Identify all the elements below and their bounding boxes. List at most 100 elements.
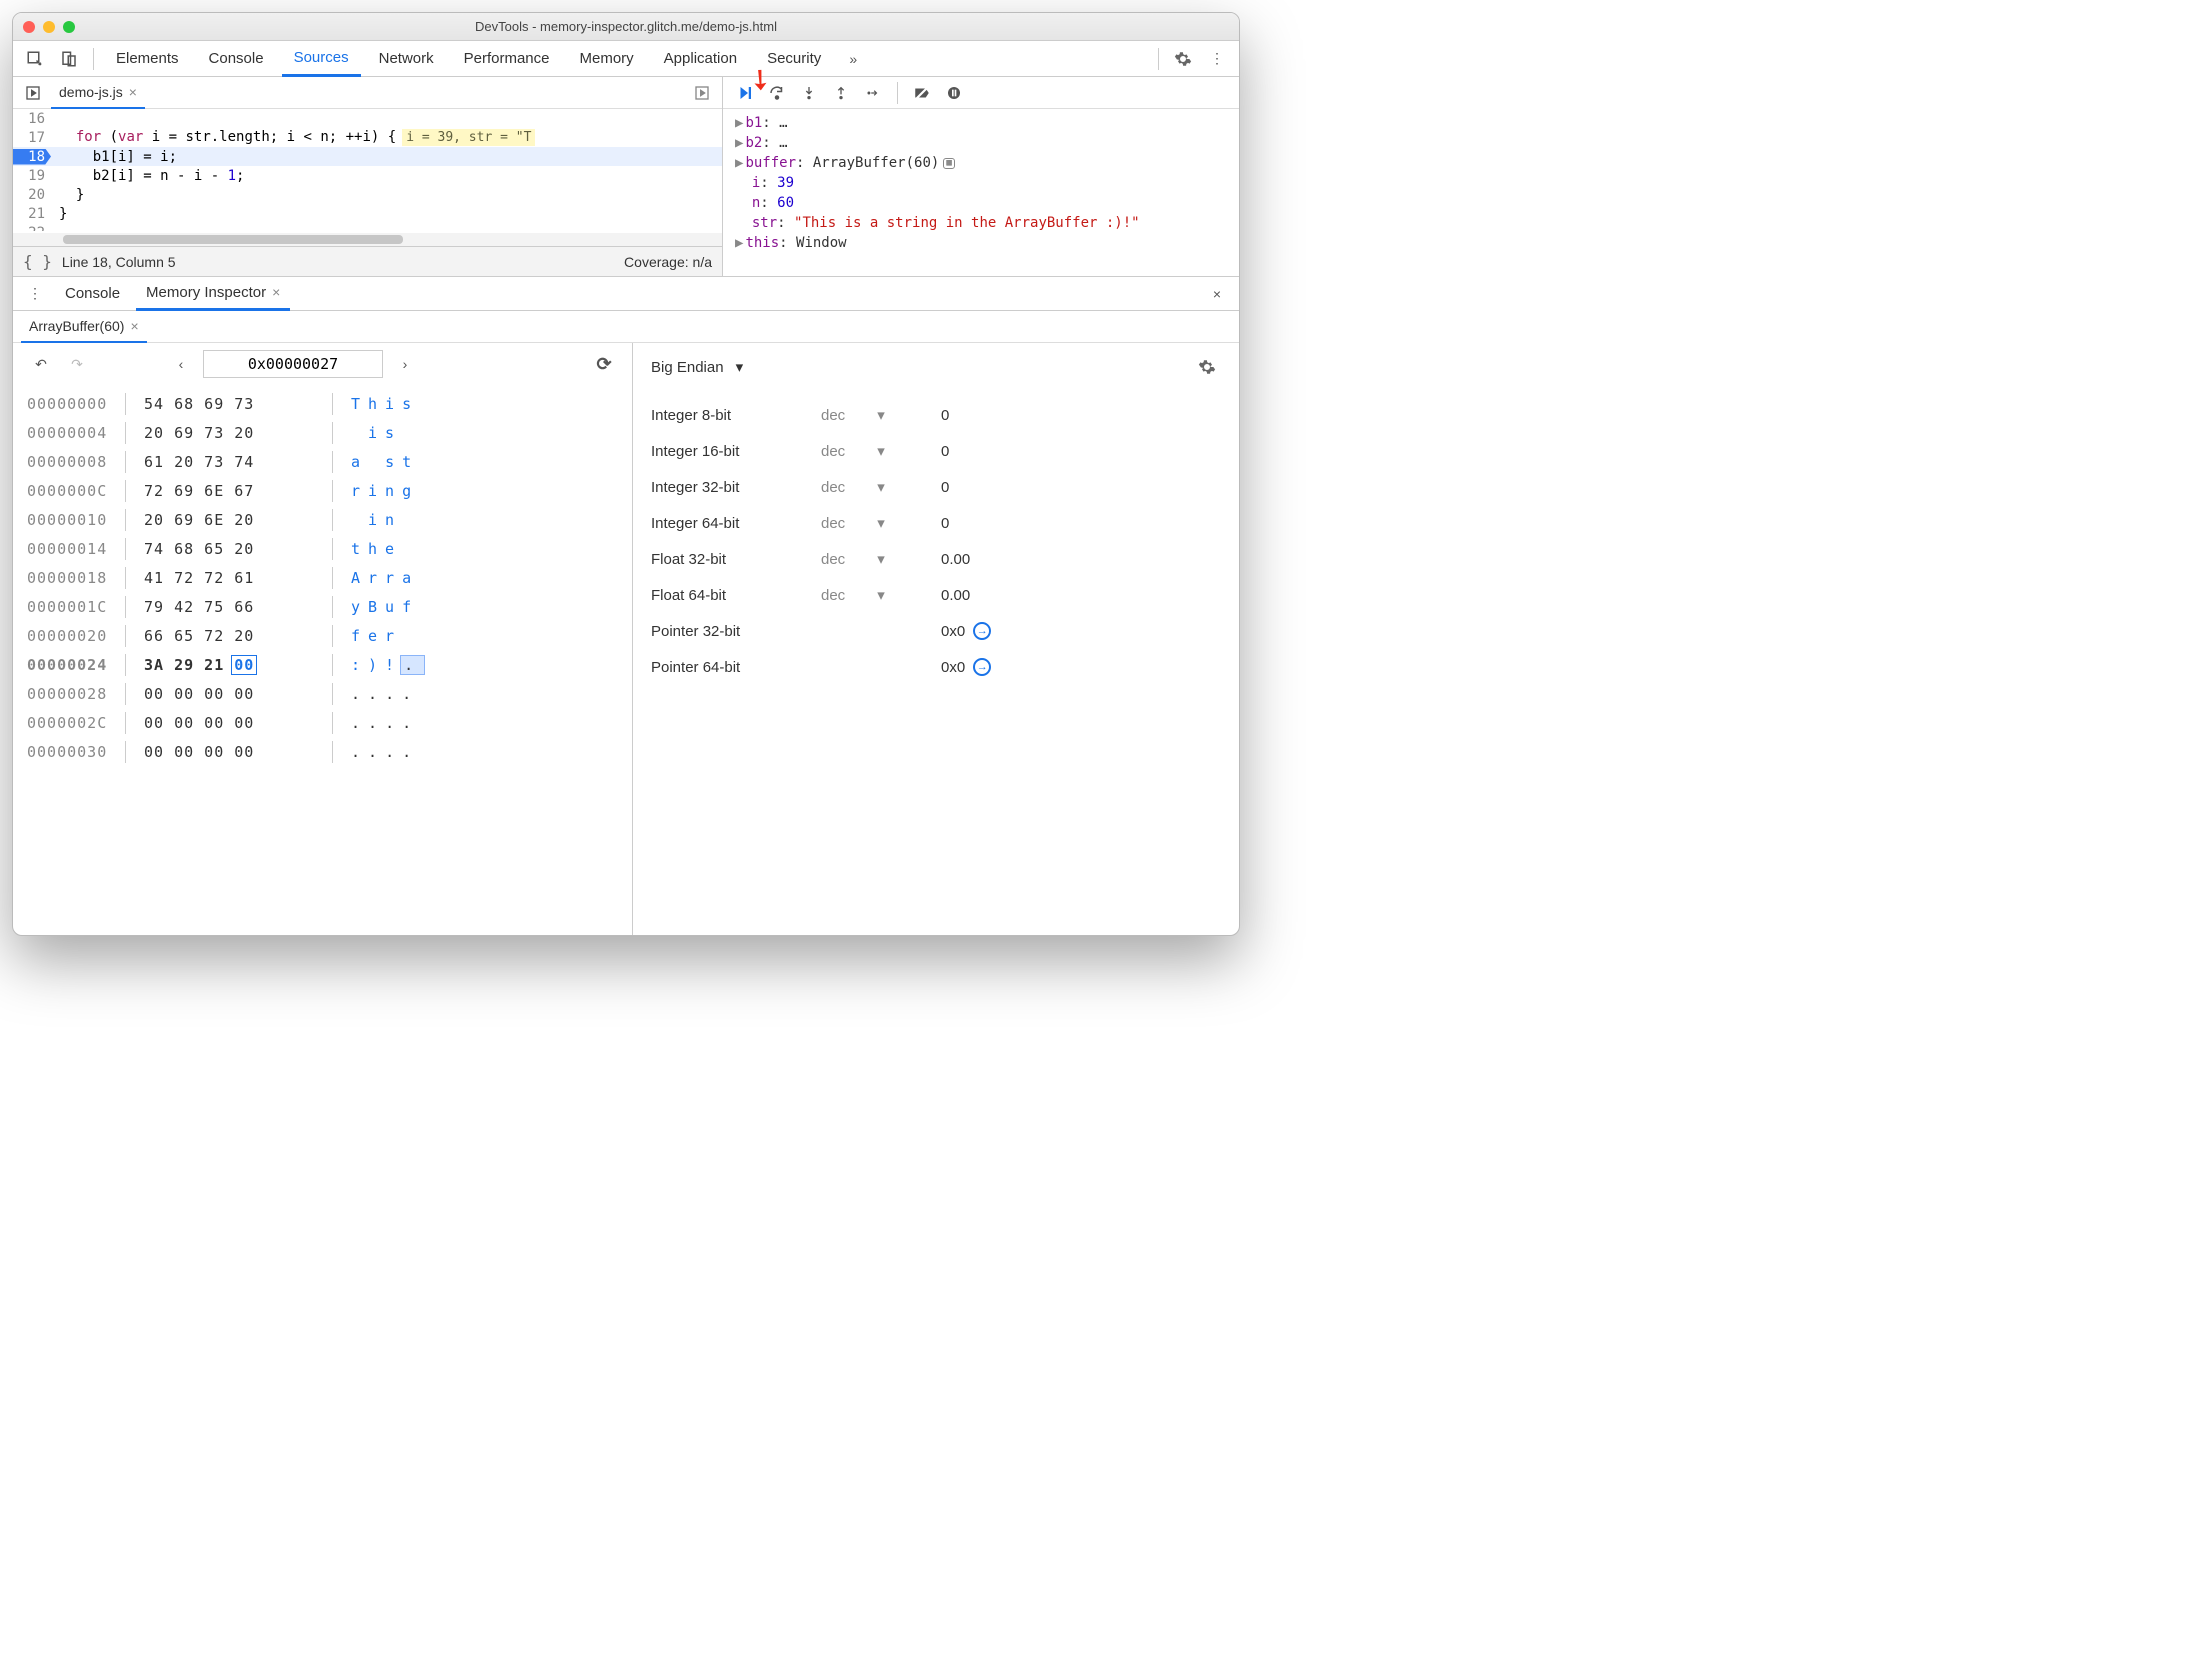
code-text: b1[i] = i; (51, 149, 177, 165)
close-icon[interactable]: × (272, 284, 280, 300)
scope-variable[interactable]: str: "This is a string in the ArrayBuffe… (723, 213, 1239, 233)
hex-row[interactable]: 0000000C72 69 6E 67ring (27, 476, 618, 505)
code-line[interactable]: 20 } (13, 185, 722, 204)
tab-console[interactable]: Console (197, 41, 276, 77)
hex-address: 00000004 (27, 424, 107, 442)
value-format[interactable]: dec▾ (821, 550, 921, 568)
code-editor[interactable]: 1617 for (var i = str.length; i < n; ++i… (13, 109, 722, 231)
hex-row[interactable]: 0000000420 69 73 20 is (27, 418, 618, 447)
inspect-icon[interactable] (21, 45, 49, 73)
hex-bytes: 66 65 72 20 (144, 627, 314, 645)
close-icon[interactable]: × (130, 318, 138, 334)
content: demo-js.js × 1617 for (var i = str.lengt… (13, 77, 1239, 935)
tab-network[interactable]: Network (367, 41, 446, 77)
scope-variable[interactable]: ▶buffer: ArrayBuffer(60)▦ (723, 153, 1239, 173)
drawer-tab-console[interactable]: Console (55, 277, 130, 311)
code-line[interactable]: 17 for (var i = str.length; i < n; ++i) … (13, 128, 722, 147)
prev-page-icon[interactable]: ‹ (167, 350, 195, 378)
reveal-memory-icon[interactable]: ▦ (943, 158, 954, 169)
code-line[interactable]: 21} (13, 204, 722, 223)
line-number[interactable]: 22 (13, 225, 51, 232)
device-icon[interactable] (55, 45, 83, 73)
settings-icon[interactable] (1169, 45, 1197, 73)
code-line[interactable]: 19 b2[i] = n - i - 1; (13, 166, 722, 185)
navigator-icon[interactable] (19, 79, 47, 107)
tab-application[interactable]: Application (652, 41, 749, 77)
hex-viewer[interactable]: 0000000054 68 69 73This0000000420 69 73 … (13, 385, 632, 770)
scope-variable[interactable]: n: 60 (723, 193, 1239, 213)
hex-row[interactable]: 000000243A 29 21 00:)!. (27, 650, 618, 679)
endianness-select[interactable]: Big Endian ▾ (651, 358, 743, 376)
tab-sources[interactable]: Sources (282, 41, 361, 77)
value-format[interactable]: dec▾ (821, 406, 921, 424)
more-tabs-icon[interactable]: » (839, 45, 867, 73)
line-number[interactable]: 17 (13, 130, 51, 146)
line-number[interactable]: 16 (13, 111, 51, 127)
scope-variable[interactable]: ▶b1: … (723, 113, 1239, 133)
hex-row[interactable]: 0000001020 69 6E 20 in (27, 505, 618, 534)
drawer-tab-memory-inspector[interactable]: Memory Inspector × (136, 277, 290, 311)
refresh-icon[interactable]: ⟳ (590, 350, 618, 378)
line-number[interactable]: 19 (13, 168, 51, 184)
scope-variable[interactable]: ▶this: Window (723, 233, 1239, 253)
hex-row[interactable]: 0000002066 65 72 20fer (27, 621, 618, 650)
debugger-toolbar: ➘ (723, 77, 1239, 109)
hex-row[interactable]: 0000000054 68 69 73This (27, 389, 618, 418)
step-into-icon[interactable] (797, 81, 821, 105)
snippets-icon[interactable] (688, 79, 716, 107)
menu-icon[interactable]: ⋮ (1203, 45, 1231, 73)
mem-inspector-tabs: ArrayBuffer(60) × (13, 311, 1239, 343)
deactivate-bp-icon[interactable] (910, 81, 934, 105)
hex-row[interactable]: 0000001C79 42 75 66yBuf (27, 592, 618, 621)
value-format[interactable]: dec▾ (821, 586, 921, 604)
code-line[interactable]: 16 (13, 109, 722, 128)
tab-performance[interactable]: Performance (452, 41, 562, 77)
file-tabs: demo-js.js × (13, 77, 722, 109)
line-number[interactable]: 21 (13, 206, 51, 222)
divider (897, 82, 898, 104)
h-scrollbar[interactable] (13, 233, 722, 246)
hex-bytes: 74 68 65 20 (144, 540, 314, 558)
value-format[interactable]: dec▾ (821, 514, 921, 532)
mem-tab[interactable]: ArrayBuffer(60) × (21, 311, 147, 343)
hex-row[interactable]: 0000003000 00 00 00.... (27, 737, 618, 766)
close-icon[interactable]: × (129, 84, 137, 100)
code-line[interactable]: 18 b1[i] = i; (13, 147, 722, 166)
drawer-close-icon[interactable]: × (1203, 280, 1231, 308)
titlebar: DevTools - memory-inspector.glitch.me/de… (13, 13, 1239, 41)
line-number[interactable]: 18 (13, 149, 51, 165)
value-settings-icon[interactable] (1193, 353, 1221, 381)
scope-variable[interactable]: ▶b2: … (723, 133, 1239, 153)
hex-row[interactable]: 0000000861 20 73 74a st (27, 447, 618, 476)
step-out-icon[interactable] (829, 81, 853, 105)
pause-exceptions-icon[interactable] (942, 81, 966, 105)
hex-row[interactable]: 0000001474 68 65 20the (27, 534, 618, 563)
undo-icon[interactable]: ↶ (27, 350, 55, 378)
value-label: Integer 16-bit (651, 443, 821, 460)
hex-row[interactable]: 0000002800 00 00 00.... (27, 679, 618, 708)
drawer-menu-icon[interactable]: ⋮ (21, 280, 49, 308)
address-input[interactable] (203, 350, 383, 378)
code-line[interactable]: 22 (13, 223, 722, 231)
file-tab[interactable]: demo-js.js × (51, 77, 145, 109)
hex-row[interactable]: 0000001841 72 72 61Arra (27, 563, 618, 592)
hex-row[interactable]: 0000002C00 00 00 00.... (27, 708, 618, 737)
scope-variable[interactable]: i: 39 (723, 173, 1239, 193)
jump-to-address-icon[interactable]: → (973, 622, 991, 640)
value-interpreter: Big Endian ▾ Integer 8-bitdec▾0Integer 1… (633, 343, 1239, 935)
scope-variables[interactable]: ▶b1: …▶b2: …▶buffer: ArrayBuffer(60)▦ i:… (723, 109, 1239, 276)
step-icon[interactable] (861, 81, 885, 105)
hex-ascii: .... (351, 685, 419, 703)
hex-address: 00000014 (27, 540, 107, 558)
line-number[interactable]: 20 (13, 187, 51, 203)
hex-address: 00000028 (27, 685, 107, 703)
next-page-icon[interactable]: › (391, 350, 419, 378)
value-row: Integer 16-bitdec▾0 (651, 433, 1221, 469)
value-format[interactable]: dec▾ (821, 478, 921, 496)
jump-to-address-icon[interactable]: → (973, 658, 991, 676)
pretty-print-icon[interactable]: { } (23, 252, 52, 271)
tab-elements[interactable]: Elements (104, 41, 191, 77)
redo-icon[interactable]: ↷ (63, 350, 91, 378)
tab-memory[interactable]: Memory (568, 41, 646, 77)
value-format[interactable]: dec▾ (821, 442, 921, 460)
